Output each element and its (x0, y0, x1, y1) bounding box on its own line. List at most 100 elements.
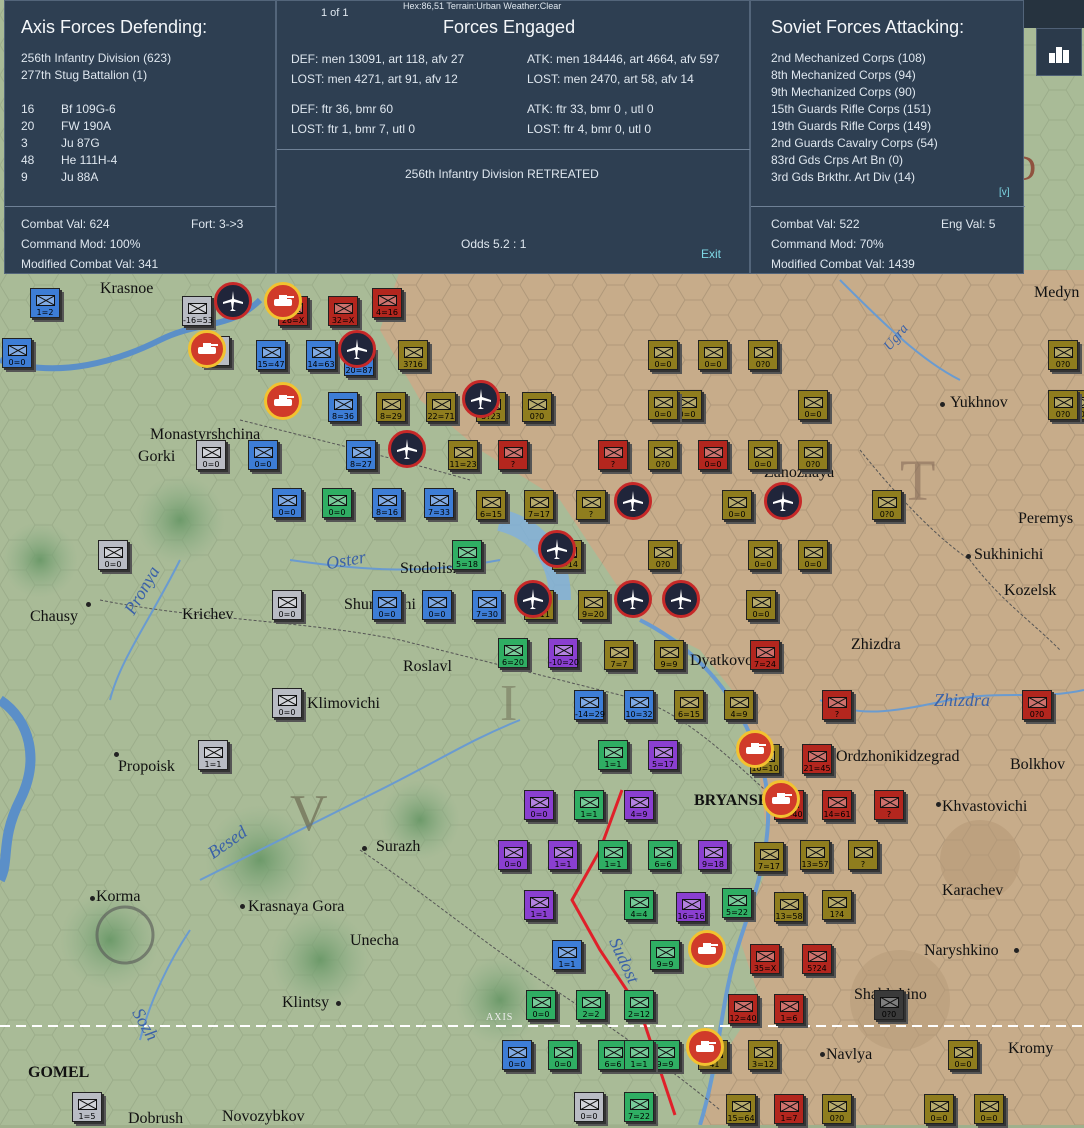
soviet-unit-counter[interactable]: 7=24 (750, 640, 780, 670)
soviet-unit-counter[interactable]: 13=57 (800, 840, 830, 870)
soviet-unit-counter[interactable]: ? (874, 790, 904, 820)
soviet-unit-counter[interactable]: 0?0 (748, 340, 778, 370)
soviet-unit-counter[interactable]: 0?0 (874, 990, 904, 1020)
soviet-unit-counter[interactable]: 0?0 (822, 1094, 852, 1124)
soviet-unit-counter[interactable]: 15=64 (726, 1094, 756, 1124)
axis-unit-counter[interactable]: 7=22 (624, 1092, 654, 1122)
axis-unit-counter[interactable]: 0=0 (272, 488, 302, 518)
air-unit-icon[interactable] (538, 530, 576, 568)
axis-unit-counter[interactable]: 1=1 (598, 740, 628, 770)
soviet-unit-counter[interactable]: 0=0 (648, 390, 678, 420)
axis-unit-counter[interactable]: 1=1 (548, 840, 578, 870)
axis-unit-counter[interactable]: 5=17 (648, 740, 678, 770)
axis-unit-counter[interactable]: 0=0 (272, 590, 302, 620)
air-unit-icon[interactable] (388, 430, 426, 468)
expand-list-button[interactable]: [v] (999, 187, 1010, 198)
axis-unit-counter[interactable]: 9=18 (698, 840, 728, 870)
axis-unit-counter[interactable]: 4=4 (624, 890, 654, 920)
soviet-unit-counter[interactable]: 6=15 (476, 490, 506, 520)
axis-unit-counter[interactable]: 0=0 (548, 1040, 578, 1070)
tank-marker-icon[interactable] (736, 730, 774, 768)
axis-unit-counter[interactable]: 0=0 (98, 540, 128, 570)
soviet-unit-counter[interactable]: 3=12 (748, 1040, 778, 1070)
axis-unit-counter[interactable]: 5=22 (722, 888, 752, 918)
axis-unit-counter[interactable]: 0=0 (2, 338, 32, 368)
axis-unit-counter[interactable]: 4=9 (624, 790, 654, 820)
soviet-unit-counter[interactable]: 35=X (750, 944, 780, 974)
air-unit-icon[interactable] (462, 380, 500, 418)
axis-unit-counter[interactable]: 1=1 (524, 890, 554, 920)
soviet-unit-counter[interactable]: 0=0 (924, 1094, 954, 1124)
soviet-unit-counter[interactable]: 0=0 (722, 490, 752, 520)
tank-marker-icon[interactable] (686, 1028, 724, 1066)
soviet-unit-counter[interactable]: 7=7 (604, 640, 634, 670)
soviet-unit-counter[interactable]: 21=45 (802, 744, 832, 774)
axis-unit-counter[interactable]: 9=9 (650, 940, 680, 970)
axis-unit-counter[interactable]: 6=6 (648, 840, 678, 870)
soviet-unit-counter[interactable]: 7=17 (524, 490, 554, 520)
tank-marker-icon[interactable] (264, 282, 302, 320)
axis-unit-counter[interactable]: 1=1 (574, 790, 604, 820)
soviet-unit-counter[interactable]: 0?0 (872, 490, 902, 520)
axis-unit-counter[interactable]: 16=16 (676, 892, 706, 922)
axis-unit-counter[interactable]: 14=63 (306, 340, 336, 370)
tank-marker-icon[interactable] (688, 930, 726, 968)
soviet-unit-counter[interactable]: ? (598, 440, 628, 470)
soviet-unit-counter[interactable]: 0?0 (648, 440, 678, 470)
soviet-unit-counter[interactable]: 0=0 (798, 540, 828, 570)
soviet-unit-counter[interactable]: 1?4 (822, 890, 852, 920)
soviet-unit-counter[interactable]: 0?0 (1048, 340, 1078, 370)
soviet-unit-counter[interactable]: 0=0 (948, 1040, 978, 1070)
axis-unit-counter[interactable]: 0=0 (272, 688, 302, 718)
axis-unit-counter[interactable]: 1=2 (30, 288, 60, 318)
axis-unit-counter[interactable]: 7=33 (424, 488, 454, 518)
axis-unit-counter[interactable]: 8=36 (328, 392, 358, 422)
tank-marker-icon[interactable] (762, 780, 800, 818)
axis-unit-counter[interactable]: 6=20 (498, 638, 528, 668)
soviet-unit-counter[interactable]: 0=0 (748, 540, 778, 570)
axis-unit-counter[interactable]: 2=12 (624, 990, 654, 1020)
stats-button[interactable] (1036, 28, 1082, 76)
soviet-unit-counter[interactable]: 0?0 (648, 540, 678, 570)
soviet-unit-counter[interactable]: 0=0 (648, 340, 678, 370)
axis-unit-counter[interactable]: 1=1 (624, 1040, 654, 1070)
axis-unit-counter[interactable]: 0=0 (526, 990, 556, 1020)
air-unit-icon[interactable] (614, 482, 652, 520)
axis-unit-counter[interactable]: 0=0 (422, 590, 452, 620)
axis-unit-counter[interactable]: 1=1 (198, 740, 228, 770)
soviet-unit-counter[interactable]: 0?0 (522, 392, 552, 422)
soviet-unit-counter[interactable]: 12=40 (728, 994, 758, 1024)
soviet-unit-counter[interactable]: 4=9 (724, 690, 754, 720)
soviet-unit-counter[interactable]: 32=X (328, 296, 358, 326)
soviet-unit-counter[interactable]: 5?24 (802, 944, 832, 974)
air-unit-icon[interactable] (662, 580, 700, 618)
soviet-unit-counter[interactable]: 3?16 (398, 340, 428, 370)
soviet-unit-counter[interactable]: ? (498, 440, 528, 470)
soviet-unit-counter[interactable]: 0=0 (974, 1094, 1004, 1124)
axis-unit-counter[interactable]: 15=47 (256, 340, 286, 370)
soviet-unit-counter[interactable]: ? (848, 840, 878, 870)
air-unit-icon[interactable] (338, 330, 376, 368)
soviet-unit-counter[interactable]: 4=16 (372, 288, 402, 318)
axis-unit-counter[interactable]: 5=18 (452, 540, 482, 570)
axis-unit-counter[interactable]: 1=1 (552, 940, 582, 970)
soviet-unit-counter[interactable]: 0=0 (798, 390, 828, 420)
soviet-unit-counter[interactable]: 1=7 (774, 1094, 804, 1124)
air-unit-icon[interactable] (614, 580, 652, 618)
axis-unit-counter[interactable]: 0=0 (248, 440, 278, 470)
axis-unit-counter[interactable]: 10=32 (624, 690, 654, 720)
air-unit-icon[interactable] (214, 282, 252, 320)
soviet-unit-counter[interactable]: ? (822, 690, 852, 720)
axis-unit-counter[interactable]: 0=0 (524, 790, 554, 820)
axis-unit-counter[interactable]: 1=1 (598, 840, 628, 870)
axis-unit-counter[interactable]: 0=0 (196, 440, 226, 470)
soviet-unit-counter[interactable]: 8=29 (376, 392, 406, 422)
soviet-unit-counter[interactable]: 9=9 (654, 640, 684, 670)
soviet-unit-counter[interactable]: 0=0 (698, 340, 728, 370)
axis-unit-counter[interactable]: 2=2 (576, 990, 606, 1020)
soviet-unit-counter[interactable]: 7=17 (754, 842, 784, 872)
axis-unit-counter[interactable]: 1=5 (72, 1092, 102, 1122)
axis-unit-counter[interactable]: 8=27 (346, 440, 376, 470)
axis-unit-counter[interactable]: 0=0 (502, 1040, 532, 1070)
soviet-unit-counter[interactable]: 0?0 (1048, 390, 1078, 420)
